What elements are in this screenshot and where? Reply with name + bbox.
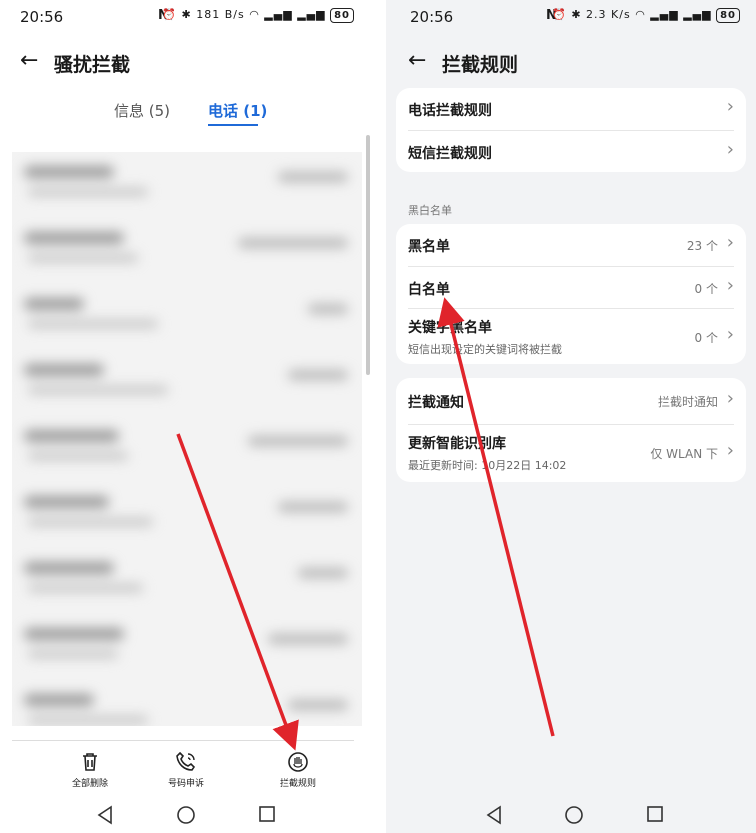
- app-bar: ← 骚扰拦截: [0, 42, 370, 82]
- nav-back-icon[interactable]: [97, 805, 113, 825]
- item-label: 白名单: [408, 282, 450, 298]
- page-title: 拦截规则: [442, 54, 519, 76]
- item-subtitle: 短信出现设定的关键词将被拦截: [408, 343, 562, 356]
- nav-home-icon[interactable]: [564, 805, 584, 825]
- number-appeal-label: 号码申诉: [167, 779, 204, 789]
- back-arrow-icon[interactable]: ←: [408, 48, 426, 74]
- bottom-action-bar: 全部删除 号码申诉 拦截规则: [0, 750, 370, 794]
- item-label: 电话拦截规则: [408, 103, 492, 119]
- nav-home-icon[interactable]: [176, 805, 196, 825]
- alarm-icon: ⏰: [162, 8, 177, 21]
- block-rules-icon: [258, 750, 338, 774]
- signal-icon: ▂▄▆: [650, 8, 679, 21]
- system-nav-bar: [386, 805, 756, 831]
- block-rules-screen: 20:56 N ⏰ ✱ 2.3 K/s ◠ ▂▄▆ ▂▄▆ 80 ← 拦截规则 …: [386, 0, 756, 833]
- list-item[interactable]: [12, 548, 362, 614]
- status-bar: 20:56 N ⏰ ✱ 2.3 K/s ◠ ▂▄▆ ▂▄▆ 80: [386, 0, 756, 36]
- signal-icon-2: ▂▄▆: [683, 8, 712, 21]
- status-time: 20:56: [20, 8, 64, 26]
- status-time: 20:56: [410, 8, 454, 26]
- wifi-icon: ◠: [635, 8, 646, 21]
- harassment-block-screen: 20:56 N ⏰ ✱ 181 B/s ◠ ▂▄▆ ▂▄▆ 80 ← 骚扰拦截 …: [0, 0, 370, 833]
- call-block-rules-item[interactable]: 电话拦截规则 ›: [408, 88, 734, 130]
- divider: [12, 740, 354, 741]
- list-item[interactable]: [12, 218, 362, 284]
- item-label: 黑名单: [408, 239, 450, 255]
- net-speed: 2.3 K/s: [586, 8, 631, 21]
- tab-indicator: [208, 124, 258, 126]
- status-icons: ⏰ ✱ 181 B/s ◠ ▂▄▆ ▂▄▆ 80: [162, 8, 354, 23]
- status-bar: 20:56 N ⏰ ✱ 181 B/s ◠ ▂▄▆ ▂▄▆ 80: [0, 0, 370, 36]
- chevron-right-icon: ›: [726, 232, 734, 253]
- panel-divider: [370, 0, 386, 833]
- item-value: 仅 WLAN 下: [650, 447, 718, 461]
- list-item[interactable]: [12, 416, 362, 482]
- list-item[interactable]: [12, 614, 362, 680]
- item-label: 关键字黑名单: [408, 320, 492, 336]
- system-nav-bar: [0, 805, 370, 831]
- list-item[interactable]: [12, 482, 362, 548]
- whitelist-item[interactable]: 白名单 0 个 ›: [408, 266, 734, 308]
- net-speed: 181 B/s: [196, 8, 245, 21]
- chevron-right-icon: ›: [726, 324, 734, 345]
- nav-back-icon[interactable]: [486, 805, 502, 825]
- bluetooth-icon: ✱: [571, 8, 582, 21]
- tab-bar: 信息 (5) 电话 (1): [0, 100, 370, 130]
- section-header: 黑白名单: [408, 204, 452, 217]
- bluetooth-icon: ✱: [181, 8, 192, 21]
- list-item[interactable]: [12, 284, 362, 350]
- item-label: 拦截通知: [408, 395, 464, 411]
- trash-icon: [50, 750, 130, 774]
- blurred-call-list: [12, 152, 362, 726]
- update-recognition-db-item[interactable]: 更新智能识别库 最近更新时间: 10月22日 14:02 仅 WLAN 下 ›: [408, 424, 734, 482]
- wifi-icon: ◠: [249, 8, 260, 21]
- chevron-right-icon: ›: [726, 440, 734, 461]
- tab-messages[interactable]: 信息 (5): [114, 100, 170, 121]
- battery-icon: 80: [330, 8, 354, 23]
- phone-appeal-icon: [146, 750, 226, 774]
- item-label: 更新智能识别库: [408, 436, 506, 452]
- signal-icon: ▂▄▆: [264, 8, 293, 21]
- signal-icon-2: ▂▄▆: [297, 8, 326, 21]
- alarm-icon: ⏰: [552, 8, 567, 21]
- rules-card: 电话拦截规则 › 短信拦截规则 ›: [396, 88, 746, 172]
- page-title: 骚扰拦截: [54, 54, 131, 76]
- notify-card: 拦截通知 拦截时通知 › 更新智能识别库 最近更新时间: 10月22日 14:0…: [396, 378, 746, 482]
- item-value: 0 个: [694, 331, 718, 345]
- back-arrow-icon[interactable]: ←: [20, 48, 38, 74]
- keyword-blacklist-item[interactable]: 关键字黑名单 短信出现设定的关键词将被拦截 0 个 ›: [408, 308, 734, 364]
- tab-calls[interactable]: 电话 (1): [208, 100, 267, 121]
- blacklist-item[interactable]: 黑名单 23 个 ›: [408, 224, 734, 266]
- item-value: 23 个: [686, 239, 718, 253]
- list-item[interactable]: [12, 152, 362, 218]
- nav-recents-icon[interactable]: [258, 805, 276, 823]
- item-subtitle: 最近更新时间: 10月22日 14:02: [408, 459, 567, 472]
- battery-icon: 80: [716, 8, 740, 23]
- item-value: 0 个: [694, 282, 718, 296]
- sms-block-rules-item[interactable]: 短信拦截规则 ›: [408, 130, 734, 172]
- block-rules-button[interactable]: 拦截规则: [258, 750, 338, 789]
- chevron-right-icon: ›: [726, 275, 734, 296]
- block-notification-item[interactable]: 拦截通知 拦截时通知 ›: [408, 378, 734, 424]
- delete-all-label: 全部删除: [71, 779, 108, 789]
- status-icons: ⏰ ✱ 2.3 K/s ◠ ▂▄▆ ▂▄▆ 80: [552, 8, 740, 23]
- app-bar: ← 拦截规则: [386, 42, 756, 82]
- nav-recents-icon[interactable]: [646, 805, 664, 823]
- chevron-right-icon: ›: [726, 96, 734, 117]
- list-item[interactable]: [12, 350, 362, 416]
- chevron-right-icon: ›: [726, 139, 734, 160]
- lists-card: 黑名单 23 个 › 白名单 0 个 › 关键字黑名单 短信出现设定的关键词将被…: [396, 224, 746, 364]
- number-appeal-button[interactable]: 号码申诉: [146, 750, 226, 789]
- item-label: 短信拦截规则: [408, 146, 492, 162]
- item-value: 拦截时通知: [657, 395, 718, 409]
- delete-all-button[interactable]: 全部删除: [50, 750, 130, 789]
- list-item[interactable]: [12, 680, 362, 726]
- chevron-right-icon: ›: [726, 388, 734, 409]
- block-rules-label: 拦截规则: [279, 779, 316, 789]
